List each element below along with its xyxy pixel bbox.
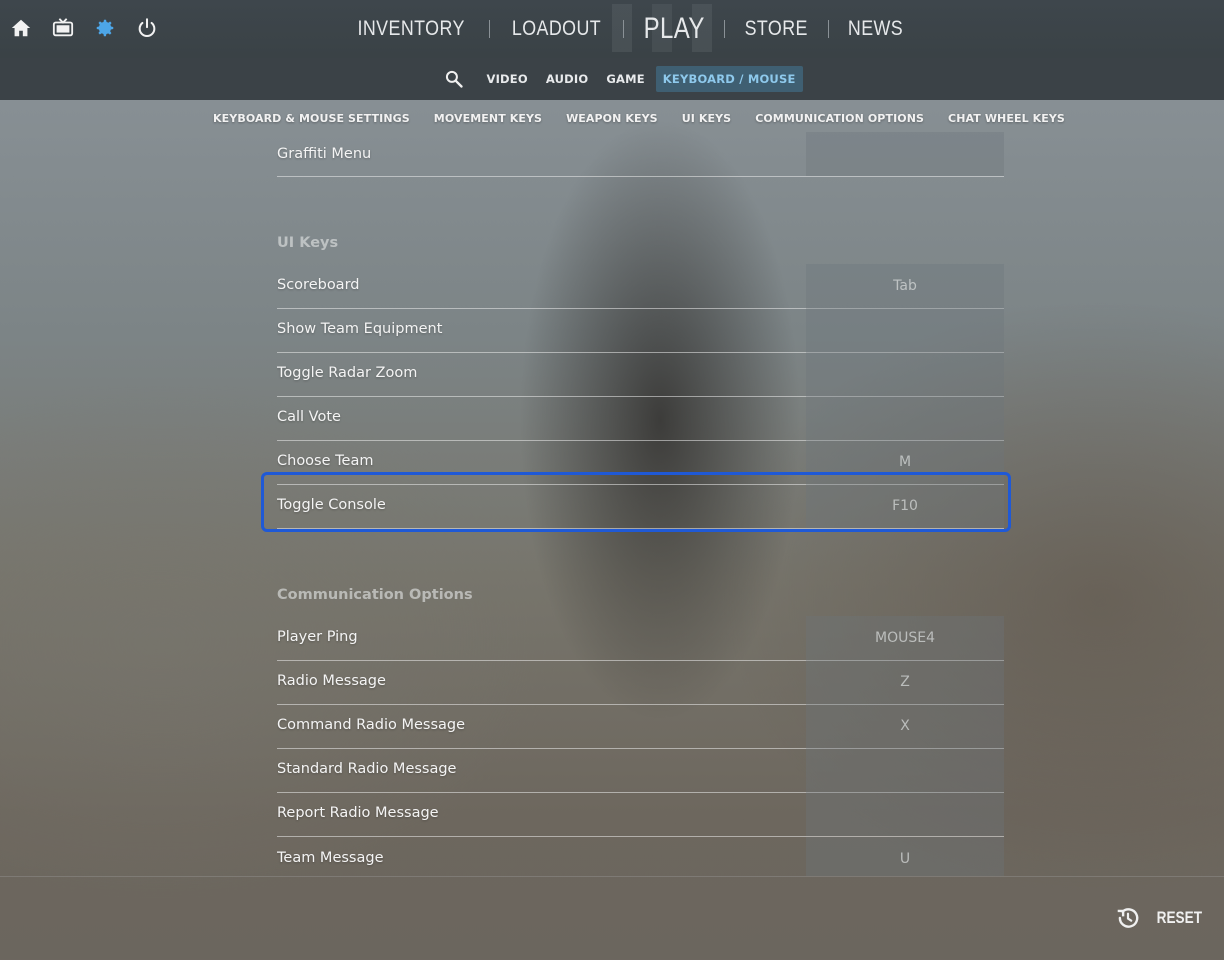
nav-news[interactable]: NEWS [842, 17, 907, 41]
keybind-label: Standard Radio Message [277, 761, 457, 777]
section-nav: KEYBOARD & MOUSE SETTINGS MOVEMENT KEYS … [0, 100, 1224, 136]
keybind-label: Team Message [277, 850, 384, 866]
section-link-chat-wheel-keys[interactable]: CHAT WHEEL KEYS [948, 112, 1065, 125]
tab-keyboard-mouse[interactable]: KEYBOARD / MOUSE [655, 66, 803, 92]
section-link-keyboard-mouse-settings[interactable]: KEYBOARD & MOUSE SETTINGS [213, 112, 410, 125]
keybind-value[interactable]: MOUSE4 [806, 616, 1004, 660]
keybind-value[interactable] [806, 132, 1004, 176]
keybind-row-scoreboard[interactable]: Scoreboard Tab [277, 264, 1004, 309]
history-icon [1118, 908, 1139, 928]
keybind-row-graffiti-menu[interactable]: Graffiti Menu [277, 132, 1004, 177]
nav-inventory[interactable]: INVENTORY [353, 17, 471, 41]
keybind-label: Toggle Console [277, 497, 386, 513]
keybind-label: Player Ping [277, 629, 358, 645]
keybind-row-team-message[interactable]: Team Message U [277, 837, 1004, 876]
keybind-row-radio-message[interactable]: Radio Message Z [277, 660, 1004, 705]
keybind-label: Report Radio Message [277, 805, 439, 821]
keybind-value[interactable] [806, 396, 1004, 440]
nav-separator [724, 20, 726, 38]
keybind-value[interactable] [806, 308, 1004, 352]
tab-video[interactable]: VIDEO [479, 66, 534, 92]
nav-store[interactable]: STORE [740, 17, 813, 41]
keybind-label: Command Radio Message [277, 717, 466, 733]
keybind-list: Graffiti Menu UI Keys Scoreboard Tab Sho… [277, 132, 1004, 876]
section-link-communication-options[interactable]: COMMUNICATION OPTIONS [755, 112, 924, 125]
tab-game[interactable]: GAME [599, 66, 651, 92]
keybind-row-standard-radio-message[interactable]: Standard Radio Message [277, 748, 1004, 793]
keybind-row-toggle-radar-zoom[interactable]: Toggle Radar Zoom [277, 352, 1004, 397]
bottom-bar: RESET [0, 876, 1224, 960]
keybind-row-call-vote[interactable]: Call Vote [277, 396, 1004, 441]
keybind-value[interactable]: Z [806, 660, 1004, 704]
keybind-value[interactable]: M [806, 440, 1004, 484]
keybind-label: Toggle Radar Zoom [277, 365, 418, 381]
keybind-row-command-radio-message[interactable]: Command Radio Message X [277, 704, 1004, 749]
keybind-label: Show Team Equipment [277, 321, 443, 337]
keybind-label: Radio Message [277, 673, 386, 689]
keybind-value[interactable]: U [806, 837, 1004, 876]
nav-separator [622, 20, 624, 38]
search-icon[interactable] [441, 66, 467, 92]
keybind-row-report-radio-message[interactable]: Report Radio Message [277, 792, 1004, 837]
keybind-value[interactable]: F10 [806, 484, 1004, 528]
keybind-value[interactable]: X [806, 704, 1004, 748]
section-title-communication-options: Communication Options [277, 587, 473, 603]
nav-play[interactable]: PLAY [640, 12, 708, 46]
nav-separator [488, 20, 490, 38]
section-link-ui-keys[interactable]: UI KEYS [682, 112, 731, 125]
keybind-value[interactable] [806, 748, 1004, 792]
keybind-row-choose-team[interactable]: Choose Team M [277, 440, 1004, 485]
keybind-label: Choose Team [277, 453, 374, 469]
settings-tabs: VIDEO AUDIO GAME KEYBOARD / MOUSE [0, 58, 1224, 100]
section-link-movement-keys[interactable]: MOVEMENT KEYS [434, 112, 542, 125]
keybind-label: Scoreboard [277, 277, 360, 293]
keybind-label: Call Vote [277, 409, 341, 425]
section-title-ui-keys: UI Keys [277, 235, 339, 251]
nav-loadout[interactable]: LOADOUT [506, 17, 605, 41]
keybind-value[interactable] [806, 352, 1004, 396]
reset-button[interactable]: RESET [1115, 905, 1208, 931]
main-nav: INVENTORY LOADOUT PLAY STORE NEWS [0, 0, 1224, 58]
keybind-value[interactable]: Tab [806, 264, 1004, 308]
tab-audio[interactable]: AUDIO [539, 66, 596, 92]
keybind-row-show-team-equipment[interactable]: Show Team Equipment [277, 308, 1004, 353]
keybind-row-player-ping[interactable]: Player Ping MOUSE4 [277, 616, 1004, 661]
keybind-label: Graffiti Menu [277, 146, 372, 162]
reset-label: RESET [1156, 908, 1203, 927]
keybind-value[interactable] [806, 792, 1004, 836]
top-bar: INVENTORY LOADOUT PLAY STORE NEWS [0, 0, 1224, 58]
keybind-row-toggle-console[interactable]: Toggle Console F10 [277, 484, 1004, 529]
nav-separator [827, 20, 829, 38]
section-link-weapon-keys[interactable]: WEAPON KEYS [566, 112, 658, 125]
